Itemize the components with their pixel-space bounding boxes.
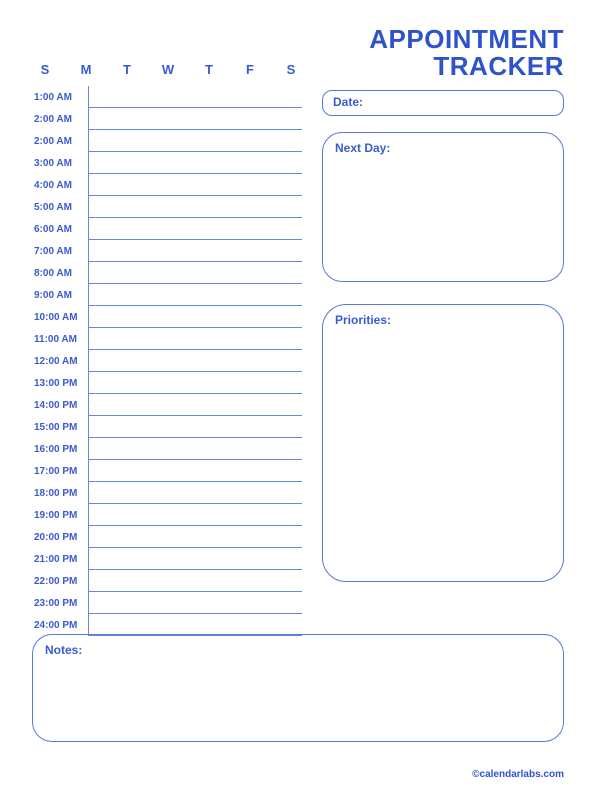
days-header-row: S M T W T F S [38,62,298,77]
time-label: 20:00 PM [32,532,88,543]
time-line [88,130,302,152]
time-label: 12:00 AM [32,356,88,367]
day-header: M [79,62,93,77]
time-slot-row[interactable]: 4:00 AM [32,174,302,196]
time-line [88,570,302,592]
time-label: 9:00 AM [32,290,88,301]
time-slot-row[interactable]: 7:00 AM [32,240,302,262]
time-label: 6:00 AM [32,224,88,235]
time-label: 11:00 AM [32,334,88,345]
day-header: W [161,62,175,77]
time-line [88,306,302,328]
time-label: 2:00 AM [32,114,88,125]
time-line [88,548,302,570]
time-slot-row[interactable]: 2:00 AM [32,108,302,130]
time-label: 3:00 AM [32,158,88,169]
time-label: 14:00 PM [32,400,88,411]
time-label: 10:00 AM [32,312,88,323]
time-slot-row[interactable]: 21:00 PM [32,548,302,570]
page-title: APPOINTMENT TRACKER [369,26,564,81]
time-label: 17:00 PM [32,466,88,477]
time-line [88,174,302,196]
day-header: S [38,62,52,77]
time-slot-row[interactable]: 12:00 AM [32,350,302,372]
time-line [88,350,302,372]
time-slot-row[interactable]: 22:00 PM [32,570,302,592]
time-label: 19:00 PM [32,510,88,521]
time-slot-row[interactable]: 19:00 PM [32,504,302,526]
time-line [88,196,302,218]
time-line [88,86,302,108]
time-slot-row[interactable]: 11:00 AM [32,328,302,350]
appointment-tracker-page: APPOINTMENT TRACKER S M T W T F S 1:00 A… [0,0,600,800]
time-slot-row[interactable]: 24:00 PM [32,614,302,636]
time-label: 7:00 AM [32,246,88,257]
time-slot-row[interactable]: 18:00 PM [32,482,302,504]
time-line [88,482,302,504]
time-label: 15:00 PM [32,422,88,433]
time-slot-row[interactable]: 16:00 PM [32,438,302,460]
time-label: 4:00 AM [32,180,88,191]
title-line-1: APPOINTMENT [369,26,564,53]
time-slot-row[interactable]: 17:00 PM [32,460,302,482]
time-line [88,438,302,460]
time-label: 1:00 AM [32,92,88,103]
date-box[interactable]: Date: [322,90,564,116]
date-label: Date: [333,95,553,109]
title-line-2: TRACKER [369,53,564,80]
time-slot-row[interactable]: 3:00 AM [32,152,302,174]
time-slot-row[interactable]: 15:00 PM [32,416,302,438]
time-slot-row[interactable]: 14:00 PM [32,394,302,416]
time-slot-row[interactable]: 9:00 AM [32,284,302,306]
time-label: 18:00 PM [32,488,88,499]
time-slot-row[interactable]: 20:00 PM [32,526,302,548]
priorities-box[interactable]: Priorities: [322,304,564,582]
time-label: 23:00 PM [32,598,88,609]
time-line [88,328,302,350]
time-slot-row[interactable]: 13:00 PM [32,372,302,394]
footer-credit: ©calendarlabs.com [472,769,564,780]
time-line [88,262,302,284]
time-slot-row[interactable]: 1:00 AM [32,86,302,108]
time-line [88,152,302,174]
day-header: F [243,62,257,77]
time-line [88,218,302,240]
time-line [88,614,302,636]
next-day-label: Next Day: [335,141,551,155]
time-line [88,394,302,416]
time-slot-row[interactable]: 10:00 AM [32,306,302,328]
time-line [88,460,302,482]
time-line [88,108,302,130]
time-label: 24:00 PM [32,620,88,631]
time-line [88,372,302,394]
time-line [88,504,302,526]
time-label: 21:00 PM [32,554,88,565]
time-slot-row[interactable]: 5:00 AM [32,196,302,218]
time-label: 5:00 AM [32,202,88,213]
time-label: 22:00 PM [32,576,88,587]
day-header: T [202,62,216,77]
time-line [88,416,302,438]
time-slot-row[interactable]: 23:00 PM [32,592,302,614]
time-line [88,284,302,306]
day-header: T [120,62,134,77]
time-label: 2:00 AM [32,136,88,147]
day-header: S [284,62,298,77]
notes-box[interactable]: Notes: [32,634,564,742]
time-line [88,240,302,262]
time-line [88,592,302,614]
time-slot-row[interactable]: 2:00 AM [32,130,302,152]
time-schedule: 1:00 AM 2:00 AM 2:00 AM 3:00 AM 4:00 AM 5:00 … [32,86,302,636]
time-label: 13:00 PM [32,378,88,389]
time-label: 8:00 AM [32,268,88,279]
next-day-box[interactable]: Next Day: [322,132,564,282]
time-slot-row[interactable]: 6:00 AM [32,218,302,240]
time-label: 16:00 PM [32,444,88,455]
time-line [88,526,302,548]
notes-label: Notes: [45,643,551,657]
priorities-label: Priorities: [335,313,551,327]
time-slot-row[interactable]: 8:00 AM [32,262,302,284]
